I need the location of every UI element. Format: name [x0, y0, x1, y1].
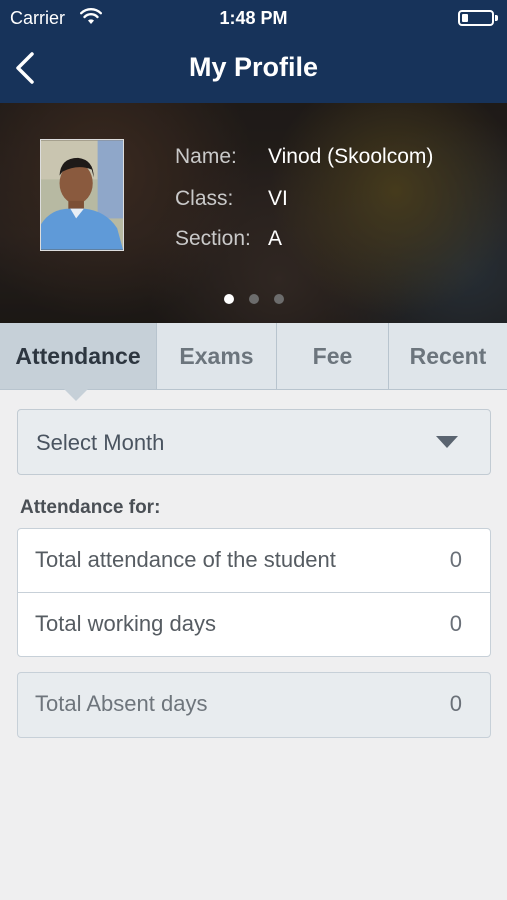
total-attendance-value: 0	[449, 547, 462, 572]
working-days-value: 0	[449, 611, 462, 636]
working-days-label: Total working days	[35, 611, 216, 636]
name-label: Name:	[175, 145, 237, 168]
page-dot-3[interactable]	[274, 294, 284, 304]
clock-time: 1:48 PM	[219, 8, 288, 28]
profile-banner[interactable]: Name: Vinod (Skoolcom) Class: VI Section…	[0, 103, 507, 323]
battery-icon	[458, 10, 494, 26]
list-item: Total Absent days 0	[18, 673, 490, 737]
active-tab-pointer	[64, 389, 88, 401]
section-value: A	[268, 227, 283, 250]
total-attendance-label: Total attendance of the student	[35, 547, 336, 572]
navigation-bar: Carrier 1:48 PM My Profile	[0, 0, 507, 103]
month-select-label: Select Month	[36, 430, 165, 455]
section-label: Section:	[175, 227, 251, 250]
profile-photo	[40, 139, 124, 251]
absent-days-card: Total Absent days 0	[17, 672, 491, 738]
attendance-heading: Attendance for:	[20, 497, 161, 518]
caret-down-icon	[436, 436, 458, 448]
tab-bar: Attendance Exams Fee Recent	[0, 323, 507, 390]
name-value: Vinod (Skoolcom)	[268, 145, 434, 168]
class-label: Class:	[175, 187, 234, 210]
list-item: Total working days 0	[18, 593, 490, 657]
status-bar: Carrier 1:48 PM	[0, 0, 507, 36]
tab-fee[interactable]: Fee	[277, 323, 389, 389]
battery-tip	[495, 15, 498, 21]
absent-days-value: 0	[449, 691, 462, 716]
tab-attendance[interactable]: Attendance	[0, 323, 157, 389]
list-item: Total attendance of the student 0	[18, 529, 490, 593]
class-value: VI	[268, 187, 288, 210]
absent-days-label: Total Absent days	[35, 691, 208, 716]
page-dot-1[interactable]	[224, 294, 234, 304]
month-select[interactable]: Select Month	[17, 409, 491, 475]
tab-exams[interactable]: Exams	[157, 323, 277, 389]
page-dot-2[interactable]	[249, 294, 259, 304]
attendance-card: Total attendance of the student 0 Total …	[17, 528, 491, 657]
page-title: My Profile	[188, 52, 319, 82]
tab-recent[interactable]: Recent	[389, 323, 507, 389]
